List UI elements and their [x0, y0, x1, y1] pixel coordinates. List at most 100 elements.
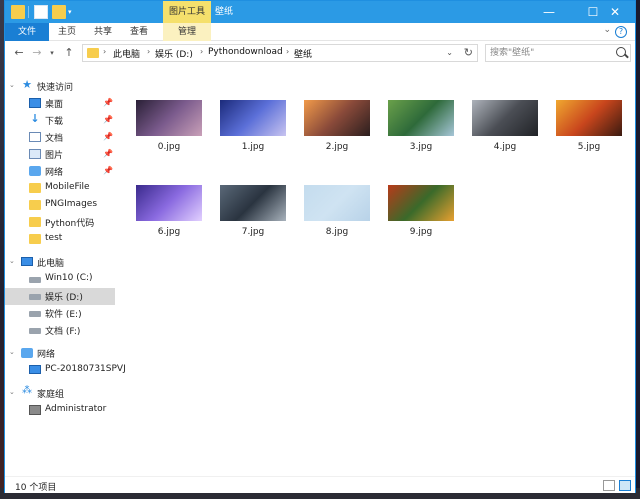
image-thumbnail[interactable] [220, 185, 286, 221]
document-icon [29, 132, 41, 142]
sidebar-item-network[interactable]: ⌄ 网络 [5, 345, 115, 362]
breadcrumb-separator-icon[interactable]: › [200, 47, 203, 56]
network-icon [21, 348, 33, 358]
file-name[interactable]: 0.jpg [128, 142, 210, 152]
sidebar-item-pngimages[interactable]: PNGImages [5, 197, 115, 214]
image-thumbnail[interactable] [136, 100, 202, 136]
forward-arrow-icon[interactable]: → [29, 45, 45, 61]
image-thumbnail[interactable] [304, 185, 370, 221]
window-title: 壁纸 [215, 7, 234, 17]
sidebar-item-test[interactable]: test [5, 231, 115, 248]
help-button[interactable]: ? [615, 26, 627, 38]
sidebar-item-administrator[interactable]: Administrator [5, 402, 115, 419]
chevron-down-icon[interactable]: ⌄ [9, 257, 15, 265]
sidebar-item-drive-e[interactable]: 软件 (E:) [5, 305, 115, 322]
customize-quick-access-icon[interactable]: ▾ [68, 8, 72, 16]
file-item[interactable]: 4.jpg [464, 74, 546, 152]
image-thumbnail[interactable] [304, 100, 370, 136]
sidebar-item-pictures[interactable]: 图片 📌 [5, 146, 115, 163]
sidebar-item-homegroup[interactable]: ⌄ ⁂ 家庭组 [5, 385, 115, 402]
chevron-down-icon[interactable]: ⌄ [9, 348, 15, 356]
search-box[interactable] [485, 44, 631, 62]
sidebar-item-documents[interactable]: 文档 📌 [5, 129, 115, 146]
file-item[interactable]: 1.jpg [212, 74, 294, 152]
new-folder-icon[interactable] [52, 5, 66, 19]
file-name[interactable]: 9.jpg [380, 227, 462, 237]
file-name[interactable]: 4.jpg [464, 142, 546, 152]
file-name[interactable]: 3.jpg [380, 142, 462, 152]
image-thumbnail[interactable] [388, 185, 454, 221]
breadcrumb-this-pc[interactable]: 此电脑 [113, 47, 140, 60]
breadcrumb-separator-icon[interactable]: › [286, 47, 289, 56]
download-icon: ↓ [30, 112, 40, 125]
large-icons-view-icon[interactable] [619, 480, 631, 491]
back-arrow-icon[interactable]: ← [11, 45, 27, 61]
folder-icon [11, 5, 25, 19]
file-item[interactable]: 6.jpg [128, 159, 210, 237]
search-icon[interactable] [616, 47, 626, 57]
sidebar-item-desktop[interactable]: 桌面 📌 [5, 95, 115, 112]
close-button[interactable]: ✕ [593, 1, 637, 23]
details-view-icon[interactable] [603, 480, 615, 491]
file-name[interactable]: 7.jpg [212, 227, 294, 237]
breadcrumb-separator-icon[interactable]: › [147, 47, 150, 56]
file-item[interactable]: 8.jpg [296, 159, 378, 237]
sidebar-item-this-pc[interactable]: ⌄ 此电脑 [5, 254, 115, 271]
sidebar-item-network-quick[interactable]: 网络 📌 [5, 163, 115, 180]
sidebar-item-python-code[interactable]: Python代码 [5, 214, 115, 231]
desktop-icon [29, 98, 41, 108]
pin-icon[interactable]: 📌 [103, 115, 113, 124]
drive-icon [29, 328, 41, 334]
pictures-icon [29, 149, 41, 159]
up-arrow-icon[interactable]: ↑ [61, 45, 77, 61]
tab-file[interactable]: 文件 [5, 23, 49, 41]
image-thumbnail[interactable] [388, 100, 454, 136]
image-thumbnail[interactable] [220, 100, 286, 136]
file-item[interactable]: 5.jpg [548, 74, 630, 152]
file-item[interactable]: 0.jpg [128, 74, 210, 152]
pin-icon[interactable]: 📌 [103, 132, 113, 141]
breadcrumb-wallpaper[interactable]: 壁纸 [294, 47, 312, 60]
refresh-icon[interactable]: ↻ [464, 46, 473, 59]
tab-manage[interactable]: 管理 [163, 23, 211, 41]
breadcrumb-pythondownload[interactable]: Pythondownload [208, 47, 283, 57]
tab-share[interactable]: 共享 [85, 23, 121, 41]
image-thumbnail[interactable] [472, 100, 538, 136]
minimize-button[interactable]: — [527, 1, 571, 23]
file-name[interactable]: 8.jpg [296, 227, 378, 237]
sidebar-item-drive-d[interactable]: 娱乐 (D:) [5, 288, 115, 305]
recent-locations-icon[interactable]: ▾ [47, 45, 57, 61]
address-history-dropdown-icon[interactable]: ⌄ [446, 48, 453, 57]
image-thumbnail[interactable] [136, 185, 202, 221]
sidebar-item-drive-c[interactable]: Win10 (C:) [5, 271, 115, 288]
sidebar-item-mobilefile[interactable]: MobileFile [5, 180, 115, 197]
sidebar-item-label: 网络 [37, 350, 56, 360]
tab-home[interactable]: 主页 [49, 23, 85, 41]
file-name[interactable]: 2.jpg [296, 142, 378, 152]
image-thumbnail[interactable] [556, 100, 622, 136]
file-name[interactable]: 5.jpg [548, 142, 630, 152]
file-name[interactable]: 1.jpg [212, 142, 294, 152]
sidebar-item-quick-access[interactable]: ⌄ ★ 快速访问 [5, 78, 115, 95]
breadcrumb-drive-d[interactable]: 娱乐 (D:) [155, 47, 193, 60]
properties-icon[interactable] [34, 5, 48, 19]
address-bar[interactable]: › 此电脑 › 娱乐 (D:) › Pythondownload › 壁纸 ⌄ … [82, 44, 478, 62]
file-item[interactable]: 2.jpg [296, 74, 378, 152]
sidebar-item-drive-f[interactable]: 文档 (F:) [5, 322, 115, 339]
sidebar-item-downloads[interactable]: ↓ 下载 📌 [5, 112, 115, 129]
file-item[interactable]: 3.jpg [380, 74, 462, 152]
chevron-down-icon[interactable]: ⌄ [9, 388, 15, 396]
pin-icon[interactable]: 📌 [103, 149, 113, 158]
file-item[interactable]: 7.jpg [212, 159, 294, 237]
breadcrumb-separator-icon[interactable]: › [103, 47, 106, 56]
tab-view[interactable]: 查看 [121, 23, 157, 41]
file-item[interactable]: 9.jpg [380, 159, 462, 237]
sidebar-item-label: 网络 [45, 168, 64, 178]
sidebar-item-network-pc[interactable]: PC-20180731SPVJ [5, 362, 126, 379]
expand-ribbon-icon[interactable]: ⌄ [603, 25, 611, 35]
file-name[interactable]: 6.jpg [128, 227, 210, 237]
pin-icon[interactable]: 📌 [103, 166, 113, 175]
search-input[interactable] [490, 47, 610, 59]
pin-icon[interactable]: 📌 [103, 98, 113, 107]
chevron-down-icon[interactable]: ⌄ [9, 81, 15, 89]
